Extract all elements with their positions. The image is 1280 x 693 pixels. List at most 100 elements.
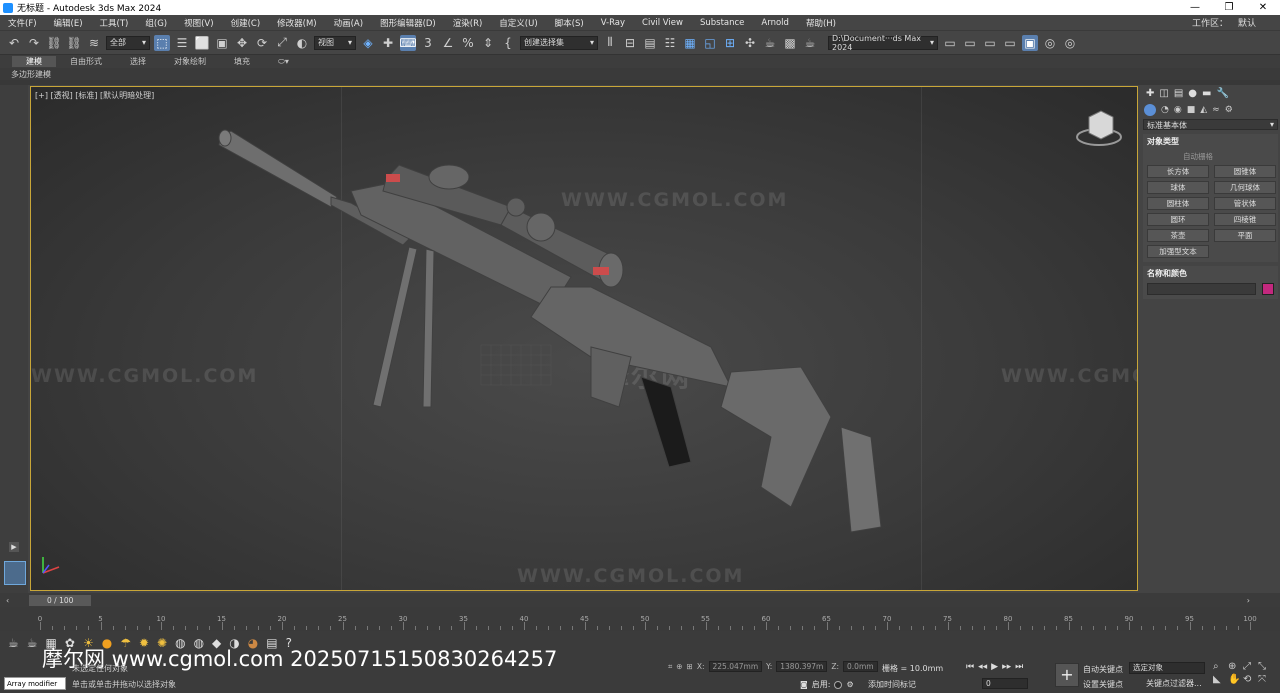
cylinder-button[interactable]: 圆柱体 (1147, 197, 1209, 210)
enable-toggle[interactable] (834, 680, 843, 689)
cone-button[interactable]: 圆锥体 (1214, 165, 1276, 178)
named-selection-dropdown[interactable]: 创建选择集 ▾ (520, 35, 598, 50)
ref-coord-dropdown[interactable]: 视图 ▾ (314, 35, 356, 50)
teapot-icon[interactable]: ☕ (27, 636, 38, 650)
key-selection-dropdown[interactable]: 选定对象 (1129, 662, 1205, 674)
link-icon[interactable]: ⛓ (46, 35, 62, 51)
snaps-toggle-icon[interactable]: 3 (420, 35, 436, 51)
scale-icon[interactable]: ⤢ (274, 35, 290, 51)
menu-customize[interactable]: 自定义(U) (499, 17, 537, 29)
move-icon[interactable]: ✥ (234, 35, 250, 51)
name-color-header[interactable]: 名称和颜色 (1143, 266, 1278, 281)
pyramid-button[interactable]: 四棱锥 (1214, 213, 1276, 226)
community-icon[interactable]: ◎ (1062, 35, 1078, 51)
tab-freeform[interactable]: 自由形式 (56, 56, 116, 67)
plane-button[interactable]: 平面 (1214, 229, 1276, 242)
align-icon[interactable]: ⊟ (622, 35, 638, 51)
help-search-icon[interactable]: ◎ (1042, 35, 1058, 51)
layer-explorer-icon[interactable]: ☷ (662, 35, 678, 51)
maximize-viewport-icon[interactable]: ⤧ (1258, 674, 1273, 685)
torus-button[interactable]: 圆环 (1147, 213, 1209, 226)
render-production-icon[interactable]: ☕ (802, 35, 818, 51)
menu-animation[interactable]: 动画(A) (334, 17, 363, 29)
modify-tab-icon[interactable]: ◫ (1159, 88, 1168, 99)
key-filters-button[interactable]: 关键点过滤器... (1146, 678, 1202, 689)
export-icon[interactable]: ▭ (1002, 35, 1018, 51)
select-object-icon[interactable]: ⬚ (154, 34, 170, 51)
save-file-icon[interactable]: ▭ (962, 35, 978, 51)
render-setup-icon[interactable]: ☕ (762, 35, 778, 51)
curve-editor-icon[interactable]: ◱ (702, 35, 718, 51)
angle-snap-icon[interactable]: ∠ (440, 35, 456, 51)
menu-file[interactable]: 文件(F) (8, 17, 37, 29)
degradation-icon[interactable]: ◙ (800, 680, 808, 689)
rect-selection-icon[interactable]: ⬜ (194, 35, 210, 51)
viewport-layout-tab-icon[interactable] (4, 561, 26, 585)
menu-modifiers[interactable]: 修改器(M) (277, 17, 316, 29)
material-editor-icon[interactable]: ✣ (742, 35, 758, 51)
object-name-field[interactable] (1147, 283, 1256, 295)
fov-icon[interactable]: ◣ (1213, 674, 1228, 685)
teapot-button[interactable]: 茶壶 (1147, 229, 1209, 242)
maxscript-listener[interactable]: Array modifier (4, 677, 66, 690)
percent-snap-icon[interactable]: % (460, 35, 476, 51)
box-button[interactable]: 长方体 (1147, 165, 1209, 178)
motion-tab-icon[interactable]: ● (1188, 88, 1197, 99)
tab-object-paint[interactable]: 对象绘制 (160, 56, 220, 67)
tab-modeling[interactable]: 建模 (12, 56, 56, 67)
window-crossing-icon[interactable]: ▣ (214, 35, 230, 51)
menu-vray[interactable]: V-Ray (601, 18, 625, 28)
add-time-tag[interactable]: 添加时间标记 (868, 679, 916, 690)
tab-populate[interactable]: 填充 (220, 56, 264, 67)
y-coord-field[interactable]: 1380.397m (776, 661, 828, 672)
zoom-extents-icon[interactable]: ⤢ (1243, 661, 1258, 672)
schematic-view-icon[interactable]: ⊞ (722, 35, 738, 51)
cameras-icon[interactable]: ■ (1187, 105, 1196, 115)
z-coord-field[interactable]: 0.0mm (843, 661, 878, 672)
lights-icon[interactable]: ◉ (1174, 105, 1182, 115)
unlink-icon[interactable]: ⛓ (66, 35, 82, 51)
object-type-header[interactable]: 对象类型 (1143, 134, 1278, 149)
menu-help[interactable]: 帮助(H) (806, 17, 836, 29)
menu-graph-editors[interactable]: 图形编辑器(D) (380, 17, 436, 29)
menu-substance[interactable]: Substance (700, 18, 744, 28)
prev-key-icon[interactable]: ◂◂ (978, 662, 987, 672)
geosphere-button[interactable]: 几何球体 (1214, 181, 1276, 194)
undo-icon[interactable]: ↶ (6, 35, 22, 51)
close-button[interactable]: ✕ (1246, 2, 1280, 13)
textplus-button[interactable]: 加强型文本 (1147, 245, 1209, 258)
create-tab-icon[interactable]: ✚ (1146, 88, 1154, 99)
menu-scripting[interactable]: 脚本(S) (555, 17, 584, 29)
minimize-button[interactable]: — (1178, 2, 1212, 13)
expand-arrow-icon[interactable]: ▶ (9, 542, 19, 552)
zoom-extents-all-icon[interactable]: ⤡ (1258, 661, 1273, 672)
project-folder-dropdown[interactable]: D:\Document···ds Max 2024 ▾ (828, 34, 938, 52)
menu-arnold[interactable]: Arnold (761, 18, 789, 28)
track-bar[interactable]: 0 5 10 15 20 25 30 35 40 45 50 55 60 65 70 75 80 85 90 95 10… (0, 607, 1280, 631)
isolate-icon[interactable]: ⌗ (668, 662, 672, 672)
geometry-icon[interactable] (1144, 103, 1156, 116)
restore-button[interactable]: ❐ (1212, 2, 1246, 13)
selection-filter-dropdown[interactable]: 全部 ▾ (106, 35, 150, 50)
manipulate-icon[interactable]: ✚ (380, 35, 396, 51)
display-tab-icon[interactable]: ▬ (1202, 88, 1211, 99)
orbit-icon[interactable]: ⟲ (1243, 674, 1258, 685)
zoom-icon[interactable]: ⌕ (1213, 661, 1228, 672)
keyboard-shortcut-icon[interactable]: ⌨ (399, 34, 417, 51)
render-frame-icon[interactable]: ▩ (782, 35, 798, 51)
object-color-swatch[interactable] (1262, 283, 1274, 295)
lock-selection-icon[interactable]: ⊕ (676, 662, 682, 671)
place-icon[interactable]: ◐ (294, 35, 310, 51)
spacewarps-icon[interactable]: ≈ (1212, 105, 1220, 115)
spinner-snap-icon[interactable]: ⇕ (480, 35, 496, 51)
menu-tools[interactable]: 工具(T) (100, 17, 129, 29)
menu-create[interactable]: 创建(C) (231, 17, 261, 29)
scene-explorer-icon[interactable]: ▤ (642, 35, 658, 51)
autogrid-checkbox[interactable]: 自动栅格 (1143, 149, 1278, 165)
time-tag-icon[interactable]: ⚙ (846, 680, 853, 689)
zoom-all-icon[interactable]: ⊕ (1228, 661, 1243, 672)
set-key-mode-button[interactable]: 设置关键点 (1083, 677, 1123, 692)
utilities-tab-icon[interactable]: 🔧 (1216, 88, 1228, 99)
tube-button[interactable]: 管状体 (1214, 197, 1276, 210)
pan-icon[interactable]: ✋ (1228, 674, 1243, 685)
